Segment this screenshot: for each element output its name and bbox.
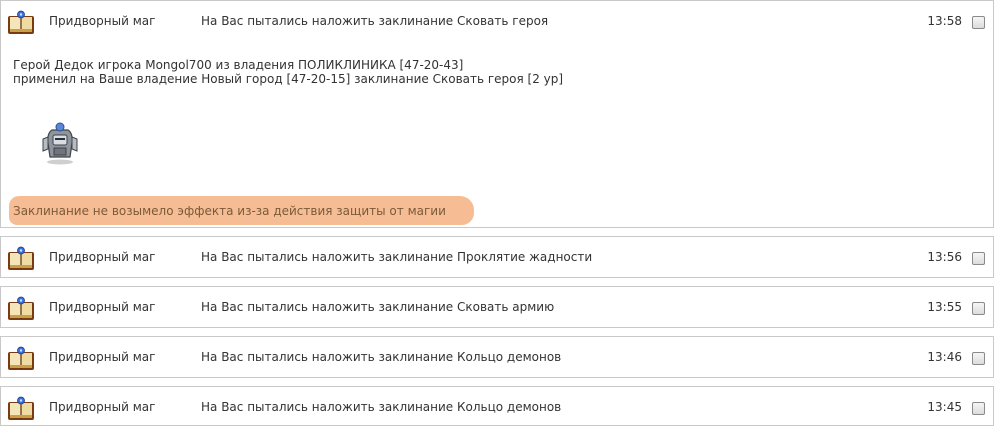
- message-header[interactable]: Придворный маг На Вас пытались наложить …: [1, 387, 993, 427]
- spellbook-icon: [7, 296, 35, 322]
- message-sender: Придворный маг: [49, 250, 156, 264]
- spellbook-icon: [7, 246, 35, 272]
- message-subject[interactable]: На Вас пытались наложить заклинание Прок…: [201, 250, 592, 264]
- message-subject[interactable]: На Вас пытались наложить заклинание Коль…: [201, 350, 561, 364]
- message-sender: Придворный маг: [49, 14, 156, 28]
- message-sender: Придворный маг: [49, 350, 156, 364]
- message-sender: Придворный маг: [49, 300, 156, 314]
- message-header[interactable]: Придворный маг На Вас пытались наложить …: [1, 237, 993, 277]
- spellbook-icon: [7, 346, 35, 372]
- select-checkbox[interactable]: [972, 302, 985, 315]
- knight-unit-icon: [39, 121, 81, 165]
- spellbook-icon: [7, 396, 35, 422]
- message-body-line: Герой Дедок игрока Mongol700 из владения…: [13, 58, 464, 72]
- message-subject[interactable]: На Вас пытались наложить заклинание Коль…: [201, 400, 561, 414]
- message-time: 13:56: [927, 250, 962, 264]
- select-checkbox[interactable]: [972, 16, 985, 29]
- message-item[interactable]: Придворный маг На Вас пытались наложить …: [0, 386, 994, 426]
- message-item[interactable]: Придворный маг На Вас пытались наложить …: [0, 0, 994, 228]
- message-body: Герой Дедок игрока Mongol700 из владения…: [13, 58, 563, 86]
- message-subject[interactable]: На Вас пытались наложить заклинание Сков…: [201, 14, 548, 28]
- message-item[interactable]: Придворный маг На Вас пытались наложить …: [0, 236, 994, 278]
- message-time: 13:46: [927, 350, 962, 364]
- message-header[interactable]: Придворный маг На Вас пытались наложить …: [1, 1, 993, 41]
- message-time: 13:58: [927, 14, 962, 28]
- message-subject[interactable]: На Вас пытались наложить заклинание Сков…: [201, 300, 554, 314]
- message-item[interactable]: Придворный маг На Вас пытались наложить …: [0, 336, 994, 378]
- message-header[interactable]: Придворный маг На Вас пытались наложить …: [1, 337, 993, 377]
- message-time: 13:55: [927, 300, 962, 314]
- select-checkbox[interactable]: [972, 352, 985, 365]
- message-sender: Придворный маг: [49, 400, 156, 414]
- message-body-line: применил на Ваше владение Новый город [4…: [13, 72, 564, 86]
- message-item[interactable]: Придворный маг На Вас пытались наложить …: [0, 286, 994, 328]
- select-checkbox[interactable]: [972, 252, 985, 265]
- select-checkbox[interactable]: [972, 402, 985, 415]
- spellbook-icon: [7, 10, 35, 36]
- message-time: 13:45: [927, 400, 962, 414]
- message-note: Заклинание не возымело эффекта из-за дей…: [13, 204, 446, 218]
- message-header[interactable]: Придворный маг На Вас пытались наложить …: [1, 287, 993, 327]
